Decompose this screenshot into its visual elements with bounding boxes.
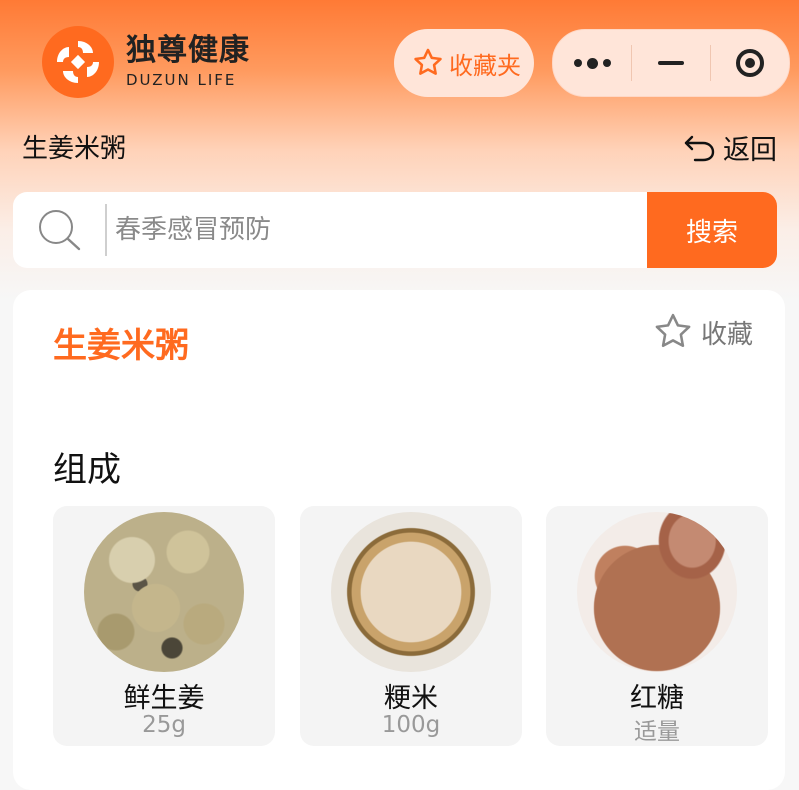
back-button[interactable]: 返回 bbox=[683, 128, 777, 167]
ingredient-amount: 适量 bbox=[634, 719, 680, 745]
search-divider bbox=[105, 204, 107, 256]
star-outline-icon bbox=[655, 313, 691, 348]
ingredient-name: 鲜生姜 bbox=[123, 683, 205, 714]
target-close-icon bbox=[736, 49, 764, 77]
collect-button[interactable]: 收藏 bbox=[651, 310, 753, 354]
collect-label: 收藏 bbox=[700, 319, 753, 350]
page-title: 生姜米粥 bbox=[22, 134, 127, 164]
ginger-image bbox=[84, 512, 244, 672]
minimize-icon bbox=[658, 61, 684, 65]
search-input[interactable] bbox=[113, 192, 645, 268]
ingredient-card[interactable]: 红糖 适量 bbox=[546, 506, 768, 746]
recipe-title: 生姜米粥 bbox=[53, 326, 189, 366]
ingredient-card[interactable]: 粳米 100g bbox=[300, 506, 522, 746]
ingredient-amount: 100g bbox=[381, 712, 441, 738]
brand-name-cn: 独尊健康 bbox=[126, 33, 250, 68]
miniprogram-capsule bbox=[552, 29, 790, 97]
search-icon bbox=[39, 210, 81, 251]
star-icon bbox=[414, 48, 442, 75]
close-button[interactable] bbox=[711, 30, 789, 96]
section-title: 组成 bbox=[53, 450, 121, 490]
more-dots-icon bbox=[573, 57, 611, 69]
ingredient-amount: 25g bbox=[142, 712, 186, 738]
minimize-button[interactable] bbox=[632, 30, 710, 96]
search-button[interactable]: 搜索 bbox=[647, 192, 777, 268]
back-arrow-icon bbox=[684, 135, 715, 161]
back-label: 返回 bbox=[723, 135, 777, 166]
favorites-label: 收藏夹 bbox=[449, 51, 521, 80]
brand-name-en: DUZUN LIFE bbox=[126, 71, 237, 89]
pinwheel-logo-icon bbox=[57, 41, 99, 83]
favorites-button[interactable]: 收藏夹 bbox=[394, 29, 534, 97]
ingredient-card[interactable]: 鲜生姜 25g bbox=[53, 506, 275, 746]
rice-image bbox=[331, 512, 491, 672]
ingredient-name: 粳米 bbox=[384, 683, 438, 714]
brand-logo bbox=[42, 26, 114, 98]
more-button[interactable] bbox=[553, 30, 631, 96]
brand-name: 独尊健康 DUZUN LIFE bbox=[126, 33, 250, 89]
recipe-card: 生姜米粥 收藏 组成 鲜生姜 25g 粳米 100g 红糖 适量 bbox=[13, 290, 785, 790]
search-bar: 搜索 bbox=[13, 192, 777, 268]
ingredient-name: 红糖 bbox=[630, 683, 684, 714]
brown-sugar-image bbox=[577, 512, 737, 672]
